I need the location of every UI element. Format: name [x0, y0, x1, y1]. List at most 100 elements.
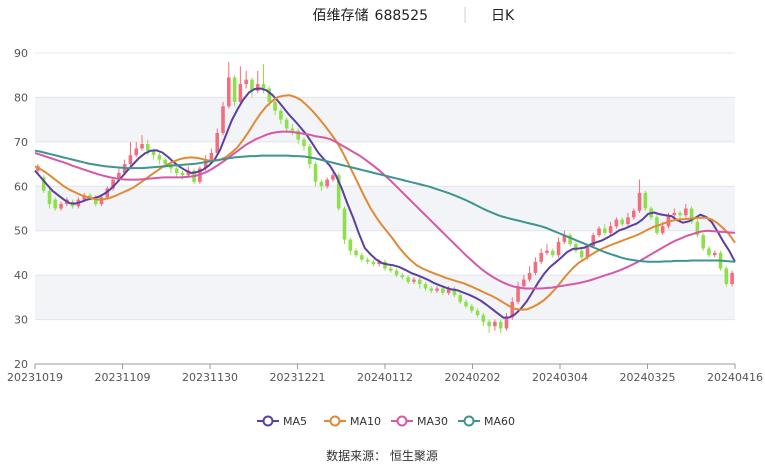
candle-body — [325, 179, 329, 187]
legend-marker — [463, 415, 475, 427]
legend-marker — [396, 415, 408, 427]
candle-body — [128, 155, 133, 165]
y-tick-label: 60 — [14, 180, 28, 193]
y-tick-label: 90 — [14, 47, 28, 60]
legend-label: MA5 — [283, 415, 307, 428]
candle-body — [400, 275, 405, 278]
candle — [250, 77, 254, 98]
data-source: 数据来源： 恒生聚源 — [326, 448, 438, 463]
candle-body — [712, 252, 717, 256]
period-label: 日K — [491, 8, 515, 24]
candle-body — [643, 192, 648, 209]
x-tick-label: 20231221 — [270, 371, 326, 384]
legend-item-ma5[interactable]: MA5 — [257, 415, 307, 428]
candle — [221, 101, 225, 136]
legend-item-ma10[interactable]: MA10 — [324, 415, 381, 428]
candle-body — [232, 77, 237, 102]
candle — [498, 319, 503, 333]
candle-body — [678, 212, 682, 216]
candle — [712, 250, 717, 258]
candle — [556, 237, 561, 258]
legend-marker — [329, 415, 341, 427]
candle-body — [238, 84, 243, 102]
candle — [527, 266, 532, 282]
legend-item-ma60[interactable]: MA60 — [458, 415, 515, 428]
candle-body — [215, 132, 220, 153]
candle-body — [221, 106, 225, 133]
candle-body — [308, 146, 312, 165]
candle — [174, 166, 179, 178]
candle-body — [539, 252, 543, 262]
legend-label: MA30 — [417, 415, 448, 428]
candle-body — [684, 208, 688, 216]
candle-body — [146, 144, 150, 151]
candle — [157, 152, 162, 165]
candle-body — [620, 219, 624, 225]
candle-body — [261, 84, 266, 89]
candle — [487, 319, 491, 333]
plot-bands — [35, 97, 735, 320]
x-tick-label: 20240304 — [532, 371, 588, 384]
candle — [579, 248, 584, 260]
candle-body — [244, 79, 248, 85]
candle-body — [331, 175, 335, 180]
x-tick-label: 20231130 — [182, 371, 238, 384]
candle — [637, 179, 642, 213]
plot-band — [35, 275, 735, 320]
candle — [695, 219, 700, 238]
candle-body — [209, 152, 214, 160]
candle-body — [360, 255, 364, 260]
x-tick-label: 20240416 — [707, 371, 763, 384]
chart-header: 佰维存储 688525 日K — [313, 7, 515, 24]
candle — [227, 61, 231, 109]
candle-body — [435, 288, 439, 291]
candle-body — [522, 279, 526, 287]
candle-body — [469, 306, 474, 311]
candle-body — [319, 181, 324, 187]
x-tick-label: 20240202 — [445, 371, 501, 384]
candle — [539, 248, 543, 265]
candle — [493, 319, 497, 331]
x-tick-label: 20240112 — [357, 371, 413, 384]
candle — [724, 266, 729, 287]
candle — [545, 244, 549, 256]
candle-body — [284, 119, 289, 129]
plot-band — [35, 97, 735, 142]
candle-body — [556, 241, 561, 256]
candle-body — [626, 217, 630, 225]
candle-body — [290, 128, 295, 131]
candle-body — [498, 321, 503, 329]
candle-body — [423, 284, 428, 289]
legend-item-ma30[interactable]: MA30 — [391, 415, 448, 428]
legend-label: MA60 — [484, 415, 515, 428]
y-tick-label: 50 — [14, 225, 28, 238]
x-tick-label: 20231019 — [7, 371, 63, 384]
y-tick-label: 40 — [14, 269, 28, 282]
candle — [238, 66, 243, 105]
candle — [388, 266, 393, 273]
candle-body — [140, 144, 144, 149]
candle — [348, 237, 353, 256]
candle-body — [504, 317, 509, 329]
y-tick-label: 70 — [14, 136, 28, 149]
candle-body — [701, 235, 705, 249]
candle — [701, 232, 705, 251]
candle-body — [157, 155, 162, 160]
candle — [568, 232, 572, 247]
candle — [550, 248, 555, 258]
x-tick-label: 20240325 — [620, 371, 676, 384]
candle-body — [134, 148, 139, 156]
y-tick-label: 30 — [14, 314, 28, 327]
candle-body — [458, 295, 462, 302]
candle — [313, 161, 318, 187]
candle-body — [637, 192, 642, 211]
candle-body — [730, 272, 734, 285]
candle-body — [348, 239, 353, 251]
candle-body — [608, 226, 613, 233]
candle — [354, 248, 358, 258]
candle — [232, 75, 237, 107]
candle-body — [342, 208, 347, 240]
candle-body — [394, 270, 399, 276]
y-tick-label: 20 — [14, 358, 28, 371]
legend-marker — [262, 415, 274, 427]
